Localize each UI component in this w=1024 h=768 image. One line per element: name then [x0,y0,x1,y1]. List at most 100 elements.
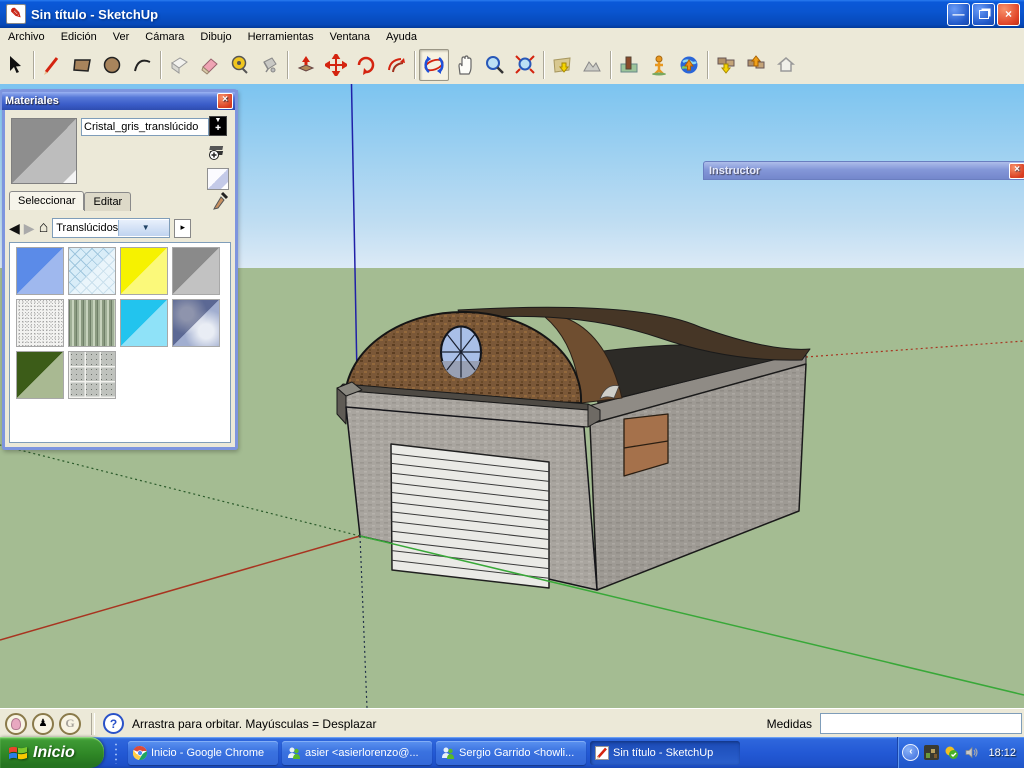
toolbar-separator [160,51,161,79]
eyedropper-icon[interactable] [211,190,229,210]
offset-tool-icon[interactable] [382,50,410,80]
zoom-extents-tool-icon[interactable] [511,50,539,80]
task-sketchup[interactable]: Sin título - SketchUp [590,741,740,765]
materials-close-icon[interactable]: × [217,93,233,109]
materials-panel: Materiales × ▼✚ Seleccionar Editar ◀ ▶ ⌂… [2,90,238,450]
get-current-view-icon[interactable] [548,50,576,80]
minimize-button[interactable]: — [947,3,970,26]
menu-archivo[interactable]: Archivo [0,29,53,45]
arc-tool-icon[interactable] [128,50,156,80]
round-window[interactable] [441,327,481,379]
restore-button[interactable] [972,3,995,26]
google-earth-preview-icon[interactable] [675,50,703,80]
zoom-tool-icon[interactable] [481,50,509,80]
chevron-down-icon[interactable]: ▼ [118,220,169,236]
task-messenger-sergio[interactable]: Sergio Garrido <howli... [436,741,586,765]
model-person-icon[interactable] [645,50,673,80]
materials-panel-title: Materiales [5,95,59,107]
window-title: Sin título - SketchUp [31,7,158,22]
eraser-tool-icon[interactable] [195,50,223,80]
push-pull-tool-icon[interactable] [292,50,320,80]
circle-tool-icon[interactable] [98,50,126,80]
title-bar: ✎ Sin título - SketchUp — × [0,0,1024,28]
menu-edicion[interactable]: Edición [53,29,105,45]
home-icon[interactable]: ⌂ [39,221,49,235]
measurements-label: Medidas [767,717,820,731]
materials-tabs: Seleccionar Editar [9,192,131,211]
menu-ventana[interactable]: Ventana [322,29,378,45]
select-tool-icon[interactable] [1,50,29,80]
paint-bucket-tool-icon[interactable] [255,50,283,80]
status-bar: ♟ G ? Arrastra para orbitar. Mayúsculas … [0,708,1024,738]
swatch-glass-yellow[interactable] [120,247,168,295]
geolocation-status-icon[interactable] [5,713,27,735]
task-chrome[interactable]: Inicio - Google Chrome [128,741,278,765]
task-messenger-asier[interactable]: asier <asierlorenzo@... [282,741,432,765]
forward-arrow-icon[interactable]: ▶ [24,221,35,235]
swatch-glass-sky-reflection[interactable] [172,299,220,347]
share-component-icon[interactable] [772,50,800,80]
move-tool-icon[interactable] [322,50,350,80]
rotate-tool-icon[interactable] [352,50,380,80]
swatch-glass-frosted-speckle[interactable] [16,299,64,347]
swatch-glass-diamond-pattern[interactable] [68,247,116,295]
share-models-icon[interactable] [742,50,770,80]
menu-ver[interactable]: Ver [105,29,138,45]
toolbar-separator [610,51,611,79]
swatch-glass-block-tiles[interactable] [68,351,116,399]
default-material-swatch[interactable] [207,168,229,190]
menu-dibujo[interactable]: Dibujo [192,29,239,45]
place-model-icon[interactable] [615,50,643,80]
toggle-terrain-icon[interactable] [578,50,606,80]
sketchup-app-icon: ✎ [6,4,26,24]
tray-volume-icon[interactable] [964,745,979,760]
task-label: asier <asierlorenzo@... [305,747,419,759]
measurements-box[interactable] [820,713,1022,734]
instructor-panel-titlebar[interactable]: Instructor × [703,161,1024,180]
details-menu-icon[interactable]: ▸ [174,219,191,238]
close-button[interactable]: × [997,3,1020,26]
tab-editar[interactable]: Editar [84,192,131,211]
create-material-icon[interactable] [207,142,227,162]
line-tool-icon[interactable] [38,50,66,80]
swatch-glass-cyan[interactable] [120,299,168,347]
make-component-tool-icon[interactable] [165,50,193,80]
instructor-close-icon[interactable]: × [1009,163,1024,179]
swatch-glass-dark-green[interactable] [16,351,64,399]
rectangle-tool-icon[interactable] [68,50,96,80]
status-hint-text: Arrastra para orbitar. Mayúsculas = Desp… [132,717,376,731]
toolbar-separator [414,51,415,79]
toolbar-separator [287,51,288,79]
start-button[interactable]: Inicio [0,737,104,768]
tray-messenger-icon[interactable] [944,745,959,760]
swatch-glass-ribbed-green[interactable] [68,299,116,347]
orbit-tool-icon[interactable] [419,49,449,81]
tape-measure-tool-icon[interactable] [225,50,253,80]
material-preview-swatch [11,118,77,184]
system-tray: ‹ 18:12 [897,737,1024,768]
tray-collapse-chevron-icon[interactable]: ‹ [902,744,919,761]
menu-herramientas[interactable]: Herramientas [240,29,322,45]
claim-model-status-icon[interactable]: ♟ [32,713,54,735]
help-question-icon[interactable]: ? [103,713,124,734]
menu-ayuda[interactable]: Ayuda [378,29,425,45]
windows-logo-icon [8,743,28,763]
menu-camara[interactable]: Cámara [137,29,192,45]
taskbar-grip [114,742,124,764]
collection-dropdown[interactable]: Translúcidos ▼ [52,218,170,238]
tray-app-icon[interactable] [924,745,939,760]
swatch-glass-blue[interactable] [16,247,64,295]
taskbar-clock[interactable]: 18:12 [988,747,1016,759]
toolbar-separator [543,51,544,79]
back-arrow-icon[interactable]: ◀ [9,221,20,235]
swatch-glass-gray[interactable] [172,247,220,295]
material-name-field[interactable] [81,118,209,136]
get-models-icon[interactable] [712,50,740,80]
google-status-icon[interactable]: G [59,713,81,735]
pan-tool-icon[interactable] [451,50,479,80]
tab-seleccionar[interactable]: Seleccionar [9,191,84,210]
garage-door[interactable] [391,444,549,588]
materials-panel-titlebar[interactable]: Materiales × [0,89,238,110]
statusbar-divider [91,713,95,735]
secondary-pane-toggle-icon[interactable]: ▼✚ [209,116,227,136]
